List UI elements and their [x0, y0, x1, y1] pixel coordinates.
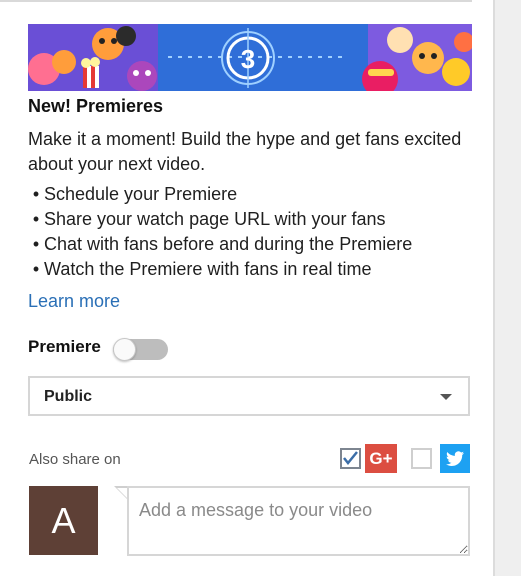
checkmark-icon — [343, 451, 358, 465]
bullet-icon: • — [32, 184, 40, 204]
premieres-feature-list: • Schedule your Premiere • Share your watc… — [28, 182, 412, 282]
panel-edge — [493, 0, 495, 576]
twitter-icon[interactable] — [440, 444, 470, 473]
feature-text: Schedule your Premiere — [44, 184, 238, 204]
avatar: A — [29, 486, 98, 555]
feature-text: Watch the Premiere with fans in real tim… — [44, 259, 372, 279]
feature-text: Chat with fans before and during the Pre… — [44, 234, 413, 254]
premieres-description: Make it a moment! Build the hype and get… — [28, 129, 462, 174]
google-plus-icon[interactable]: G+ — [365, 444, 397, 473]
google-plus-share-checkbox[interactable] — [340, 448, 361, 469]
bullet-icon: • — [32, 259, 40, 279]
list-item: • Schedule your Premiere — [28, 182, 412, 207]
list-item: • Chat with fans before and during the Pr… — [28, 232, 412, 257]
countdown-number: 3 — [241, 44, 255, 74]
premieres-banner: 3 — [28, 24, 472, 91]
bullet-icon: • — [32, 234, 40, 254]
scrollbar-track[interactable] — [493, 0, 521, 576]
toggle-knob — [113, 338, 136, 361]
learn-more-link[interactable]: Learn more — [28, 291, 120, 312]
dropdown-arrow-icon — [440, 394, 452, 400]
list-item: • Watch the Premiere with fans in real ti… — [28, 257, 412, 282]
message-input[interactable] — [127, 486, 470, 556]
premiere-toggle-label: Premiere — [28, 337, 101, 356]
top-divider — [0, 0, 472, 2]
twitter-share-checkbox[interactable] — [411, 448, 432, 469]
list-item: • Share your watch page URL with your fan… — [28, 207, 412, 232]
also-share-on-label: Also share on — [29, 451, 121, 468]
premiere-toggle[interactable] — [113, 338, 168, 361]
visibility-selected-value: Public — [44, 388, 93, 405]
premieres-banner-illustration: 3 — [28, 24, 472, 91]
visibility-dropdown[interactable]: Public — [28, 376, 470, 416]
bullet-icon: • — [32, 209, 40, 229]
premieres-title: New! Premieres — [28, 96, 164, 116]
twitter-bird-icon — [446, 451, 464, 466]
feature-text: Share your watch page URL with your fans — [44, 209, 386, 229]
